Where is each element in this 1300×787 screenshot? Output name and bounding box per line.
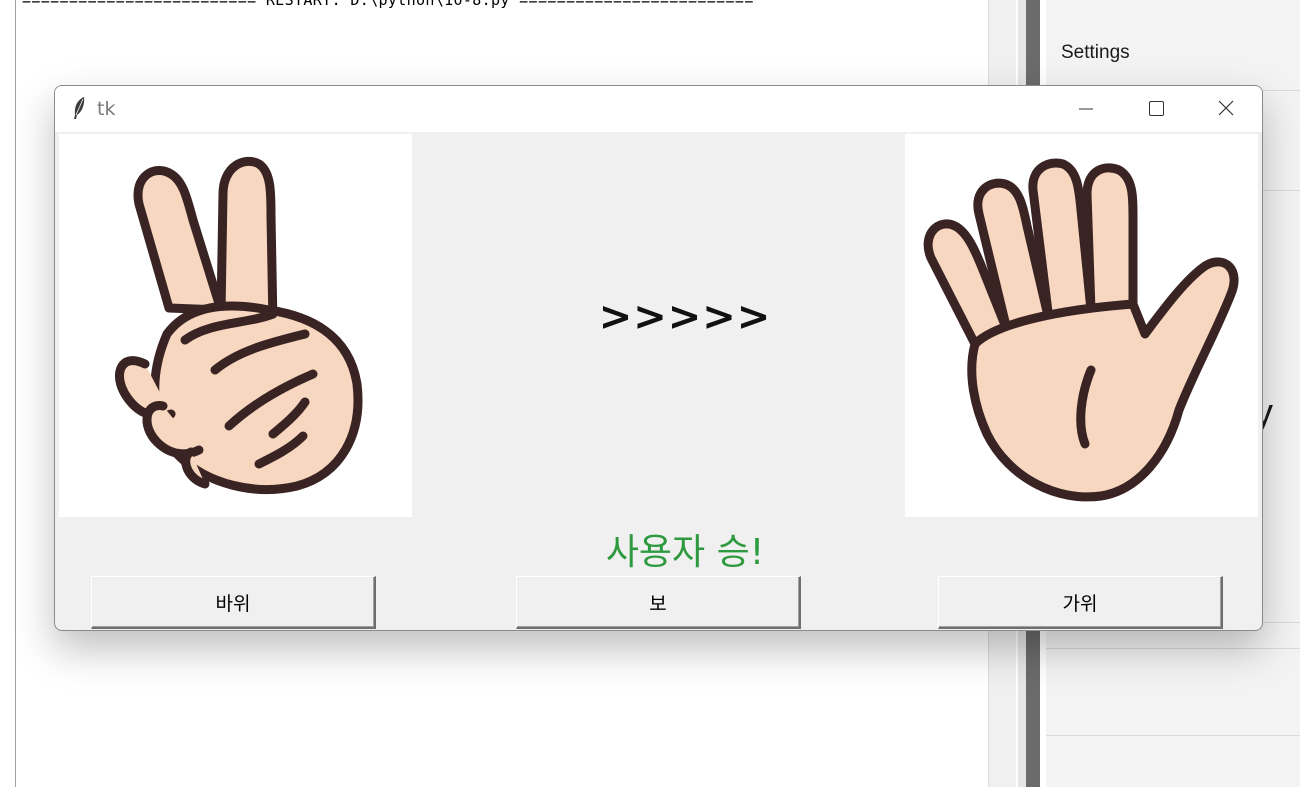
feather-icon: [74, 97, 85, 119]
title-bar[interactable]: tk: [55, 86, 1262, 132]
rock-button[interactable]: 바위: [91, 576, 376, 629]
panel-divider: [1046, 735, 1300, 736]
versus-arrows: >>>>>: [598, 294, 772, 340]
scissors-hand-icon: [115, 156, 363, 494]
maximize-button[interactable]: [1121, 86, 1191, 132]
maximize-icon: [1149, 101, 1164, 116]
shell-border: [15, 0, 16, 787]
close-icon: [1218, 100, 1234, 116]
computer-hand-image: [905, 134, 1258, 517]
result-label: 사용자 승!: [605, 532, 765, 573]
panel-divider: [1046, 648, 1300, 649]
player-hand-image: [59, 134, 412, 517]
paper-hand-icon: [923, 158, 1239, 502]
close-button[interactable]: [1191, 86, 1261, 132]
paper-button[interactable]: 보: [516, 576, 801, 629]
minimize-icon: [1079, 108, 1093, 110]
tk-window: tk >>>>> 사용자 승! 바위 보 가위: [54, 85, 1263, 631]
minimize-button[interactable]: [1051, 86, 1121, 132]
settings-title[interactable]: Settings: [1061, 42, 1130, 64]
scissors-button[interactable]: 가위: [938, 576, 1223, 629]
window-title: tk: [97, 98, 116, 120]
shell-restart-line: ========================= RESTART: D:\py…: [22, 0, 754, 9]
